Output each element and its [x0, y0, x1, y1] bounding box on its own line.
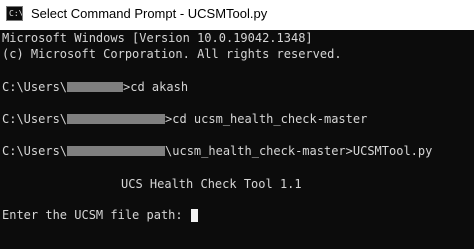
command-text: >cd akash [123, 80, 189, 94]
command-line-cd-master: C:\Users\ >cd ucsm_health_check-master [2, 111, 367, 127]
text-cursor[interactable] [190, 208, 198, 222]
prompt-path-prefix: C:\Users\ [2, 80, 68, 94]
prompt-path-prefix: C:\Users\ [2, 144, 68, 158]
tool-banner: UCS Health Check Tool 1.1 [121, 176, 302, 192]
console-output[interactable]: Microsoft Windows [Version 10.0.19042.13… [0, 30, 474, 249]
command-prompt-window: C:\ Select Command Prompt - UCSMTool.py … [0, 0, 474, 249]
command-line-cd-akash: C:\Users\ >cd akash [2, 79, 188, 95]
command-line-run-tool: C:\Users\ \ucsm_health_check-master>UCSMT… [2, 143, 432, 159]
command-prompt-icon: C:\ [6, 6, 23, 21]
command-text: \ucsm_health_check-master>UCSMTool.py [165, 144, 433, 158]
copyright-text: (c) Microsoft Corporation. All rights re… [2, 47, 342, 61]
copyright-line: (c) Microsoft Corporation. All rights re… [2, 46, 342, 62]
window-title: Select Command Prompt - UCSMTool.py [31, 6, 268, 21]
prompt-path-prefix: C:\Users\ [2, 112, 68, 126]
command-text: >cd ucsm_health_check-master [165, 112, 368, 126]
redacted-username [67, 114, 166, 124]
banner-text: UCS Health Check Tool 1.1 [121, 177, 302, 191]
version-text: Microsoft Windows [Version 10.0.19042.13… [2, 31, 313, 45]
version-line: Microsoft Windows [Version 10.0.19042.13… [2, 30, 313, 46]
input-prompt-line[interactable]: Enter the UCSM file path: [2, 207, 198, 223]
title-bar[interactable]: C:\ Select Command Prompt - UCSMTool.py [0, 0, 474, 30]
input-prompt-text: Enter the UCSM file path: [2, 208, 190, 222]
redacted-username [67, 146, 166, 156]
redacted-username [67, 82, 124, 92]
